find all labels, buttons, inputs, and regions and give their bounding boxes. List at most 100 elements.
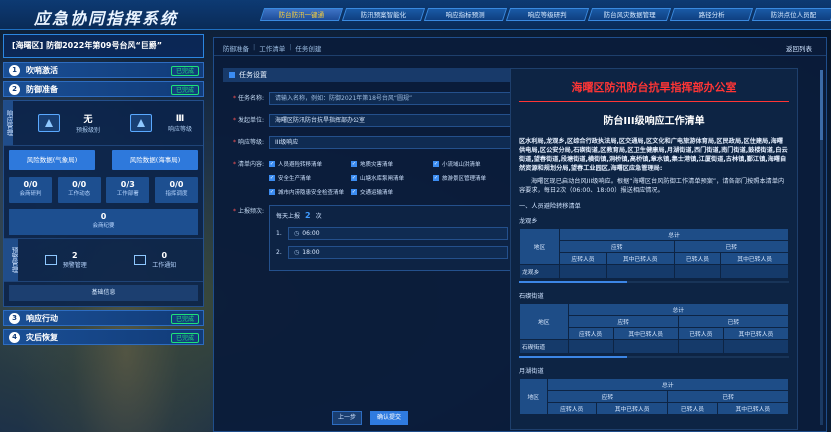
area-table-block: 龙观乡 地区 总计 应转 已转 应转人员 其中已转人员 已转人员 其中已转人员 龙观乡	[518, 216, 790, 283]
area-table-block: 石碶街道 地区 总计 应转 已转 应转人员 其中已转人员 已转人员 其中已转人员 石碶街道	[519, 291, 790, 358]
nav-item-1[interactable]: 防台防汛一键通	[259, 8, 344, 21]
nav-item-2[interactable]: 防汛预案智能化	[341, 8, 426, 21]
warning-icon	[44, 255, 57, 265]
stage-2-body: 响应管理 无 预报级别 Ⅲ 响应等级 风险数据(气象局) 风险数据(海事局) 0…	[3, 100, 204, 307]
typhoon-alert-title: [海曙区] 防御2022年第09号台风“巨爵”	[3, 34, 204, 58]
nav-item-4[interactable]: 响应等级研判	[505, 8, 590, 21]
list-checkbox[interactable]: 小流域山洪清单	[433, 160, 515, 168]
report-time-input[interactable]: ◷ 06:00	[288, 227, 508, 240]
list-checkbox[interactable]: 交通运输清单	[351, 188, 433, 196]
table-scrollbar[interactable]	[519, 281, 789, 283]
section-side-label: 预警管理	[4, 239, 18, 281]
app-title: 应急协同指挥系统	[34, 9, 179, 28]
stage-1[interactable]: 1 吹哨激活 已完成	[3, 62, 204, 78]
task-form: 任务设置 * 任务名称: 请输入名称，例如：防御2021年第18号台风“圆规” …	[223, 68, 515, 280]
list-checkbox[interactable]: 山塘水库泵闸清单	[351, 174, 433, 182]
crumb-separator: |	[289, 43, 292, 51]
transfer-table: 地区 总计 应转 已转 应转人员 其中已转人员 已转人员 其中已转人员	[519, 378, 790, 415]
table-row: 龙观乡	[518, 264, 789, 279]
document-preview: 海曙区防汛防台抗旱指挥部办公室 防台III级响应工作清单 区水利局,龙观乡,区综…	[510, 68, 798, 430]
list-checkbox-group: 人员避险转移清单 地质灾害清单 小流域山洪清单 安全生产清单 山塘水库泵闸清单 …	[269, 158, 515, 196]
forecast-level-label: 预报级别	[75, 127, 100, 134]
section-side-label: 响应管理	[4, 101, 13, 145]
response-section: 响应管理 无 预报级别 Ⅲ 响应等级	[4, 101, 203, 146]
clock-icon: ◷	[294, 249, 300, 256]
previous-step-button[interactable]: 上一步	[332, 411, 362, 425]
document-section: 一、人员避险转移清单	[519, 203, 581, 210]
risk-data-maritime-button[interactable]: 风险数据(海事局)	[112, 150, 198, 170]
stage-number: 1	[9, 65, 20, 76]
confirm-submit-button[interactable]: 确认提交	[370, 411, 408, 425]
stat-work-dynamics[interactable]: 0/0 工作动态	[57, 177, 101, 203]
document-scrollbar[interactable]	[820, 70, 823, 425]
warning-section: 预警管理 2 预警管理 0 工作通知	[4, 238, 203, 282]
status-badge: 已完成	[170, 333, 199, 343]
nav-item-6[interactable]: 路径分析	[669, 8, 754, 21]
stat-work-deployment[interactable]: 0/3 工作部署	[106, 177, 150, 203]
stage-number: 4	[9, 332, 20, 343]
speaker-icon	[134, 255, 147, 265]
report-frequency-box: 每天上报 2 次 1. ◷ 06:00 2. ◷ 18:00	[269, 205, 515, 271]
list-checkbox[interactable]: 人员避险转移清单	[269, 160, 351, 168]
document-org: 海曙区防汛防台抗旱指挥部办公室	[571, 81, 737, 94]
stat-command-dispatch[interactable]: 0/0 指挥调度	[154, 177, 198, 203]
nav-item-7[interactable]: 防洪点位人员配	[751, 8, 831, 21]
response-level-input[interactable]: III级响应	[269, 136, 515, 149]
crumb[interactable]: 工作清单	[259, 43, 285, 53]
report-count[interactable]: 2	[305, 211, 311, 220]
stage-3[interactable]: 3 响应行动 已完成	[3, 310, 204, 326]
stage-number: 2	[9, 84, 20, 95]
stage-number: 3	[9, 313, 20, 324]
section-title: 任务设置	[223, 68, 515, 82]
crumb[interactable]: 防御准备	[223, 43, 249, 53]
stage-label: 响应行动	[26, 314, 58, 323]
status-badge: 已完成	[170, 314, 199, 324]
breadcrumb: 防御准备 | 工作清单 | 任务创建	[223, 43, 321, 53]
nav-item-5[interactable]: 防台风灾数据管理	[587, 8, 672, 21]
transfer-table: 地区 总计 应转 已转 应转人员 其中已转人员 已转人员 其中已转人员 龙观乡	[518, 228, 790, 279]
response-grade-label: 响应等级	[167, 125, 192, 133]
top-bar: 应急协同指挥系统 防台防汛一键通 防汛预案智能化 响应指标预测 响应等级研判 防…	[0, 0, 831, 30]
left-panel: [海曙区] 防御2022年第09号台风“巨爵” 1 吹哨激活 已完成 2 防御准…	[3, 34, 204, 348]
task-name-input[interactable]: 请输入名称，例如：防御2021年第18号台风“圆规”	[269, 92, 515, 105]
area-table-block: 月湖街道 地区 总计 应转 已转 应转人员 其中已转人员 已转人员 其中已转人员	[519, 366, 790, 415]
transfer-table: 地区 总计 应转 已转 应转人员 其中已转人员 已转人员 其中已转人员 石碶街道	[519, 303, 790, 354]
checkbox-icon	[229, 72, 235, 78]
stage-4[interactable]: 4 灾后恢复 已完成	[3, 329, 204, 345]
status-badge: 已完成	[170, 66, 199, 76]
back-to-list-link[interactable]: 返回列表	[786, 43, 812, 53]
list-checkbox[interactable]: 旅游景区管理清单	[433, 174, 515, 182]
nav-item-3[interactable]: 响应指标预测	[423, 8, 508, 21]
list-checkbox[interactable]: 地质灾害清单	[351, 160, 433, 168]
response-grade-value: Ⅲ	[175, 113, 185, 124]
document-body: 海曙区现已启动台风III级响应。根据“海曙区台风防御工作清单预案”，请各部门按照…	[519, 178, 785, 194]
stage-2[interactable]: 2 防御准备 已完成	[3, 81, 204, 97]
crumb: 任务创建	[295, 45, 322, 53]
clock-icon: ◷	[294, 230, 300, 237]
document-recipients: 区水利局,龙观乡,区综合行政执法局,区交通局,区文化和广电旅游体育局,区民政局,…	[519, 138, 788, 172]
list-checkbox[interactable]: 安全生产清单	[269, 174, 351, 182]
warning-manage-item[interactable]: 2 预警管理	[44, 251, 87, 269]
red-rule	[519, 101, 789, 102]
table-row: 石碶街道	[519, 339, 790, 354]
main-panel: 防御准备 | 工作清单 | 任务创建 返回列表 任务设置 * 任务名称: 请输入…	[213, 37, 827, 432]
forecast-icon	[38, 114, 60, 132]
list-checkbox[interactable]: 城市内涝隐患安全检查清单	[269, 188, 351, 196]
stage-label: 防御准备	[26, 85, 58, 94]
stat-consultation[interactable]: 0/0 会商研判	[9, 177, 52, 203]
crumb-separator: |	[253, 43, 256, 51]
top-nav: 防台防汛一键通 防汛预案智能化 响应指标预测 响应等级研判 防台风灾数据管理 路…	[259, 8, 831, 21]
status-badge: 已完成	[170, 85, 199, 95]
stat-meeting-minutes[interactable]: 0 会商纪要	[9, 209, 198, 235]
stage-label: 灾后恢复	[26, 333, 58, 342]
stage-label: 吹哨激活	[26, 66, 58, 75]
forecast-level-value: 无	[83, 115, 93, 125]
work-notice-item[interactable]: 0 工作通知	[134, 251, 176, 269]
issuer-input[interactable]: 海曙区防汛防台抗旱指挥部办公室	[269, 114, 515, 127]
document-title: 防台III级响应工作清单	[603, 116, 705, 127]
report-time-input[interactable]: ◷ 18:00	[288, 246, 508, 259]
response-level-icon	[130, 114, 152, 132]
risk-data-weather-button[interactable]: 风险数据(气象局)	[9, 150, 95, 170]
base-info-button[interactable]: 基础信息	[9, 285, 198, 301]
table-scrollbar[interactable]	[519, 356, 789, 358]
